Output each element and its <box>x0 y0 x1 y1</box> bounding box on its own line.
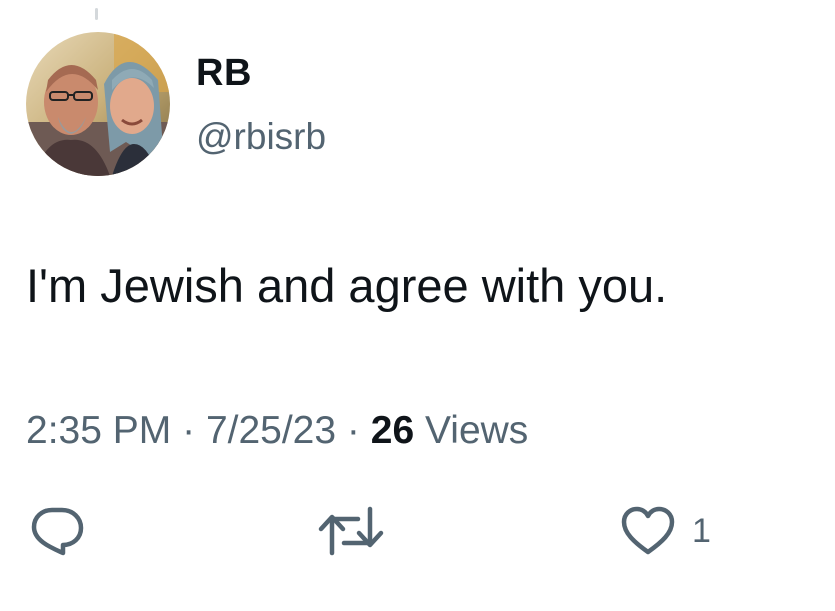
tweet-text: I'm Jewish and agree with you. <box>26 259 668 312</box>
reply-bubble-icon <box>31 507 84 556</box>
retweet-icon <box>318 506 384 556</box>
avatar[interactable] <box>26 32 170 176</box>
retweet-button[interactable] <box>318 505 384 557</box>
author-handle[interactable]: @rbisrb <box>196 115 326 159</box>
tweet-time[interactable]: 2:35 PM <box>26 409 171 452</box>
author-display-name[interactable]: RB <box>196 50 252 96</box>
avatar-photo <box>26 32 170 176</box>
like-button[interactable]: 1 <box>620 505 711 557</box>
views-label[interactable]: Views <box>425 409 528 452</box>
like-count[interactable]: 1 <box>692 511 711 551</box>
heart-icon <box>621 506 675 555</box>
meta-separator: · <box>346 409 360 452</box>
views-count[interactable]: 26 <box>371 409 414 452</box>
reply-button[interactable] <box>28 505 86 557</box>
meta-separator: · <box>182 409 196 452</box>
tweet-meta: 2:35 PM · 7/25/23 · 26 Views <box>26 408 528 454</box>
top-divider-mark <box>95 8 98 20</box>
tweet-date[interactable]: 7/25/23 <box>206 409 336 452</box>
